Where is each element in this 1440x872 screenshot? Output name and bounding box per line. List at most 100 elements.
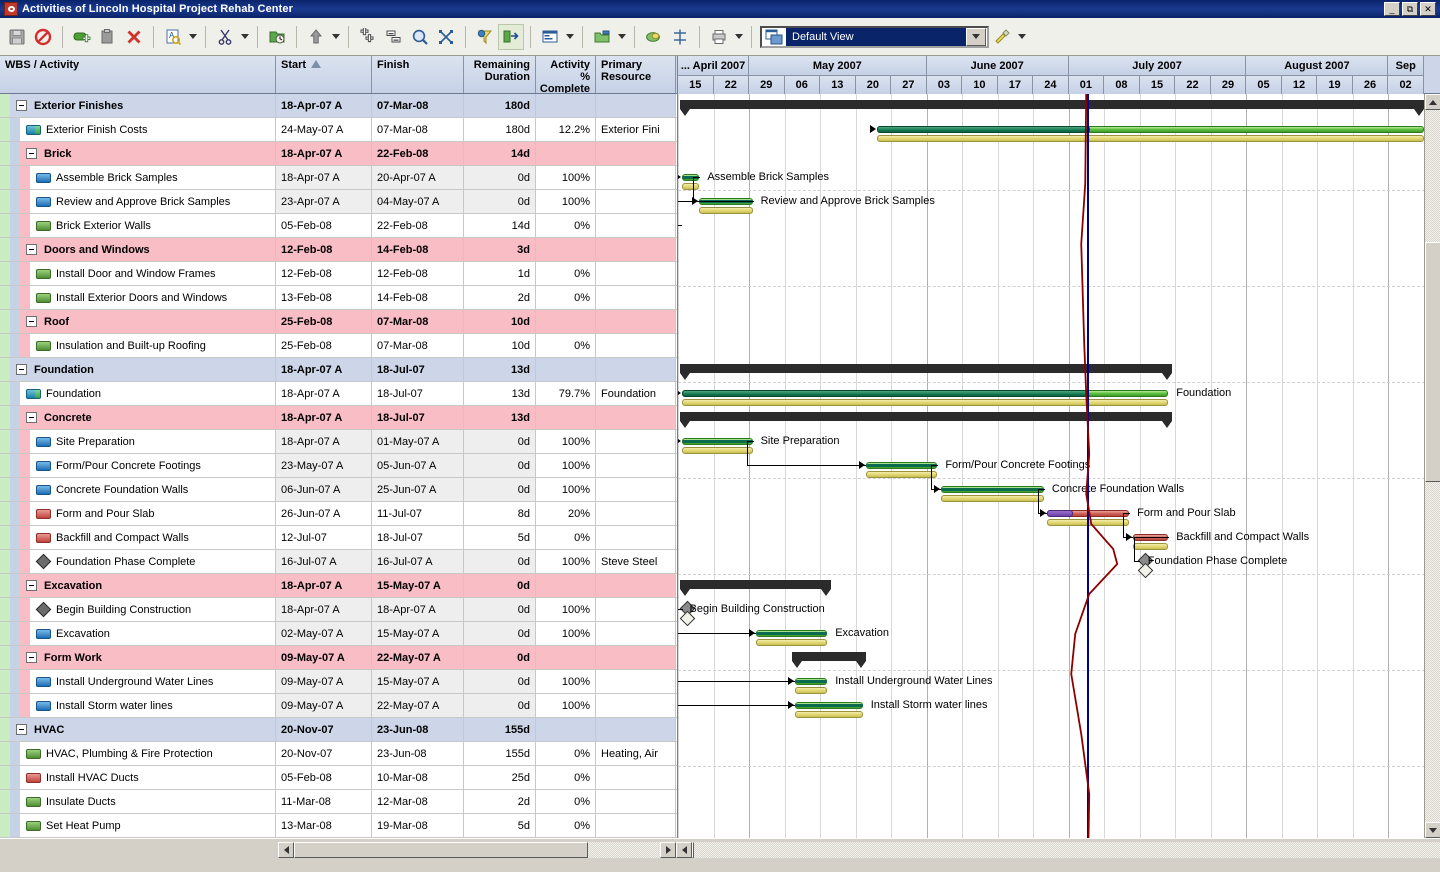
cancel-button[interactable] — [30, 24, 56, 50]
customize-button[interactable] — [989, 24, 1015, 50]
cell-start[interactable]: 20-Nov-07 — [276, 718, 372, 741]
collapse-expander[interactable] — [26, 148, 37, 159]
cell-finish[interactable]: 25-Jun-07 A — [372, 478, 464, 501]
cell-start[interactable]: 18-Apr-07 A — [276, 430, 372, 453]
cell-activity-name[interactable]: Review and Approve Brick Samples — [0, 190, 276, 213]
table-row[interactable]: Install Exterior Doors and Windows13-Feb… — [0, 286, 677, 310]
cell-activity-name[interactable]: Backfill and Compact Walls — [0, 526, 276, 549]
cell-activity-percent[interactable]: 0% — [536, 790, 596, 813]
cell-activity-percent[interactable]: 20% — [536, 502, 596, 525]
vertical-scroll-thumb[interactable] — [1425, 242, 1440, 482]
cell-primary-resource[interactable] — [596, 214, 676, 237]
cell-start[interactable]: 18-Apr-07 A — [276, 574, 372, 597]
cell-start[interactable]: 12-Feb-08 — [276, 238, 372, 261]
maximize-button[interactable]: ⧉ — [1402, 2, 1418, 16]
cell-remaining-duration[interactable]: 0d — [464, 622, 536, 645]
cell-remaining-duration[interactable]: 3d — [464, 238, 536, 261]
cell-primary-resource[interactable] — [596, 694, 676, 717]
table-row[interactable]: Backfill and Compact Walls12-Jul-0718-Ju… — [0, 526, 677, 550]
cell-remaining-duration[interactable]: 0d — [464, 574, 536, 597]
cell-primary-resource[interactable] — [596, 814, 676, 837]
cell-start[interactable]: 13-Mar-08 — [276, 814, 372, 837]
cell-start[interactable]: 09-May-07 A — [276, 670, 372, 693]
collapse-expander[interactable] — [26, 244, 37, 255]
cell-start[interactable]: 16-Jul-07 A — [276, 550, 372, 573]
cell-activity-name[interactable]: HVAC — [0, 718, 276, 741]
cell-activity-percent[interactable]: 100% — [536, 694, 596, 717]
cell-activity-name[interactable]: Install Door and Window Frames — [0, 262, 276, 285]
cell-activity-percent[interactable]: 100% — [536, 550, 596, 573]
cell-remaining-duration[interactable]: 13d — [464, 382, 536, 405]
cell-start[interactable]: 13-Feb-08 — [276, 286, 372, 309]
gantt-bars-area[interactable]: Assemble Brick SamplesReview and Approve… — [678, 94, 1440, 838]
cell-primary-resource[interactable] — [596, 142, 676, 165]
gantt-horizontal-scrollbar[interactable] — [676, 841, 1440, 859]
cell-finish[interactable]: 05-Jun-07 A — [372, 454, 464, 477]
cell-finish[interactable]: 18-Jul-07 — [372, 406, 464, 429]
cell-activity-name[interactable]: Form/Pour Concrete Footings — [0, 454, 276, 477]
table-row[interactable]: Concrete Foundation Walls06-Jun-07 A25-J… — [0, 478, 677, 502]
cell-finish[interactable]: 19-Mar-08 — [372, 814, 464, 837]
cell-activity-name[interactable]: Excavation — [0, 574, 276, 597]
cell-activity-name[interactable]: Foundation Phase Complete — [0, 550, 276, 573]
collapse-expander[interactable] — [16, 364, 27, 375]
table-row[interactable]: Excavation02-May-07 A15-May-07 A0d100% — [0, 622, 677, 646]
cell-start[interactable]: 24-May-07 A — [276, 118, 372, 141]
cell-remaining-duration[interactable]: 10d — [464, 334, 536, 357]
cell-primary-resource[interactable]: Foundation — [596, 382, 676, 405]
cell-activity-percent[interactable]: 0% — [536, 262, 596, 285]
table-row[interactable]: Install Door and Window Frames12-Feb-081… — [0, 262, 677, 286]
cell-remaining-duration[interactable]: 1d — [464, 262, 536, 285]
cell-activity-name[interactable]: Install Exterior Doors and Windows — [0, 286, 276, 309]
level-dropdown-arrow[interactable] — [329, 24, 342, 50]
cell-activity-name[interactable]: Site Preparation — [0, 430, 276, 453]
gantt-hscroll-track[interactable] — [692, 842, 1440, 858]
cell-activity-percent[interactable]: 79.7% — [536, 382, 596, 405]
collapse-expander[interactable] — [16, 100, 27, 111]
cell-remaining-duration[interactable]: 0d — [464, 646, 536, 669]
column-header-start[interactable]: Start — [276, 56, 372, 93]
table-row[interactable]: Brick Exterior Walls05-Feb-0822-Feb-0814… — [0, 214, 677, 238]
cell-activity-name[interactable]: Insulation and Built-up Roofing — [0, 334, 276, 357]
cell-remaining-duration[interactable]: 0d — [464, 598, 536, 621]
table-row[interactable]: HVAC, Plumbing & Fire Protection20-Nov-0… — [0, 742, 677, 766]
cell-remaining-duration[interactable]: 0d — [464, 190, 536, 213]
cell-finish[interactable]: 15-May-07 A — [372, 622, 464, 645]
save-button[interactable] — [4, 24, 30, 50]
cell-primary-resource[interactable] — [596, 310, 676, 333]
cell-remaining-duration[interactable]: 2d — [464, 286, 536, 309]
minimize-button[interactable]: _ — [1384, 2, 1400, 16]
cell-remaining-duration[interactable]: 0d — [464, 478, 536, 501]
cell-activity-percent[interactable]: 0% — [536, 214, 596, 237]
cell-activity-percent[interactable]: 12.2% — [536, 118, 596, 141]
cell-finish[interactable]: 20-Apr-07 A — [372, 166, 464, 189]
cell-activity-percent[interactable]: 0% — [536, 742, 596, 765]
cell-start[interactable]: 18-Apr-07 A — [276, 382, 372, 405]
collapse-all-button[interactable] — [381, 24, 407, 50]
table-row[interactable]: Form Work09-May-07 A22-May-07 A0d — [0, 646, 677, 670]
gantt-vertical-scrollbar[interactable] — [1424, 94, 1440, 838]
table-row[interactable]: Install Storm water lines09-May-07 A22-M… — [0, 694, 677, 718]
scroll-down-button[interactable] — [1425, 822, 1440, 838]
cell-activity-percent[interactable] — [536, 358, 596, 381]
cell-remaining-duration[interactable]: 155d — [464, 718, 536, 741]
collapse-expander[interactable] — [26, 412, 37, 423]
cell-primary-resource[interactable] — [596, 166, 676, 189]
cell-start[interactable]: 18-Apr-07 A — [276, 358, 372, 381]
cell-activity-percent[interactable]: 100% — [536, 598, 596, 621]
cell-start[interactable]: 25-Feb-08 — [276, 310, 372, 333]
table-row[interactable]: Assemble Brick Samples18-Apr-07 A20-Apr-… — [0, 166, 677, 190]
cell-activity-name[interactable]: Install Storm water lines — [0, 694, 276, 717]
cell-activity-name[interactable]: Doors and Windows — [0, 238, 276, 261]
cell-activity-name[interactable]: Concrete Foundation Walls — [0, 478, 276, 501]
cell-finish[interactable]: 07-Mar-08 — [372, 310, 464, 333]
cell-primary-resource[interactable] — [596, 646, 676, 669]
cell-activity-name[interactable]: Insulate Ducts — [0, 790, 276, 813]
cell-remaining-duration[interactable]: 155d — [464, 742, 536, 765]
cell-start[interactable]: 09-May-07 A — [276, 694, 372, 717]
table-row[interactable]: Set Heat Pump13-Mar-0819-Mar-085d0% — [0, 814, 677, 838]
cell-primary-resource[interactable]: Exterior Fini — [596, 118, 676, 141]
column-header-finish[interactable]: Finish — [372, 56, 464, 93]
cell-activity-percent[interactable] — [536, 238, 596, 261]
cell-activity-percent[interactable] — [536, 310, 596, 333]
